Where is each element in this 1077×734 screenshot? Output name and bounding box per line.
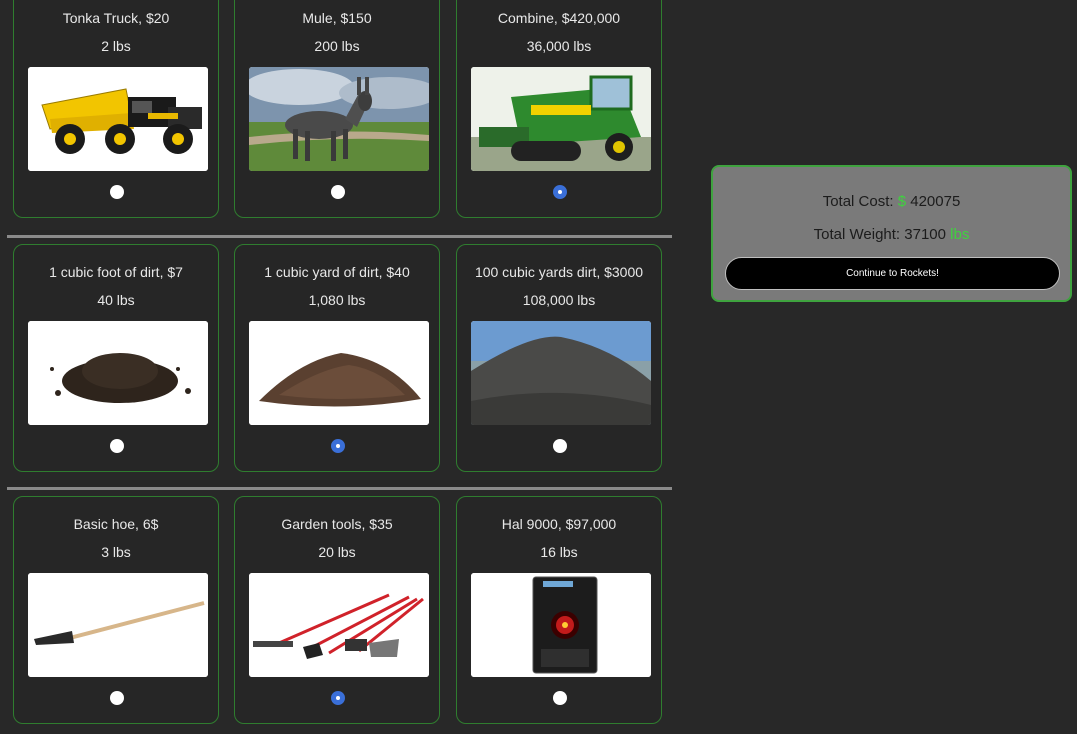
total-weight: Total Weight: 37100 lbs	[713, 226, 1070, 243]
item-grid: Tonka Truck, $20 2 lbs Mule, $150 200 lb…	[0, 0, 680, 730]
toy-truck-image	[28, 67, 208, 171]
row-divider	[7, 235, 672, 238]
item-radio[interactable]	[553, 691, 567, 705]
item-weight: 3 lbs	[101, 544, 131, 560]
item-weight: 2 lbs	[101, 38, 131, 54]
item-row: Tonka Truck, $20 2 lbs Mule, $150 200 lb…	[0, 0, 680, 240]
item-weight: 40 lbs	[97, 292, 135, 308]
dirt-hill-image	[471, 321, 651, 425]
hoe-image	[28, 573, 208, 677]
item-radio[interactable]	[553, 439, 567, 453]
item-weight: 36,000 lbs	[526, 38, 592, 54]
garden-tools-image	[249, 573, 429, 677]
item-card-tonka-truck[interactable]: Tonka Truck, $20 2 lbs	[13, 0, 219, 218]
total-cost: Total Cost: $ 420075	[713, 193, 1070, 210]
dirt-pile-image	[28, 321, 208, 425]
item-radio[interactable]	[110, 691, 124, 705]
order-summary-panel: Total Cost: $ 420075 Total Weight: 37100…	[711, 165, 1072, 302]
item-card-100-cubic-yards-dirt[interactable]: 100 cubic yards dirt, $3000 108,000 lbs	[456, 244, 662, 472]
total-weight-value: 37100	[904, 226, 946, 243]
item-name: 100 cubic yards dirt, $3000	[474, 264, 644, 280]
total-weight-label: Total Weight:	[813, 226, 901, 243]
item-name: 1 cubic foot of dirt, $7	[49, 264, 183, 280]
item-radio[interactable]	[110, 185, 124, 199]
item-card-basic-hoe[interactable]: Basic hoe, 6$ 3 lbs	[13, 496, 219, 724]
item-name: 1 cubic yard of dirt, $40	[264, 264, 410, 280]
item-card-cubic-foot-dirt[interactable]: 1 cubic foot of dirt, $7 40 lbs	[13, 244, 219, 472]
item-weight: 1,080 lbs	[308, 292, 366, 308]
item-row: 1 cubic foot of dirt, $7 40 lbs 1 cubic …	[0, 242, 680, 482]
hal-9000-image	[471, 573, 651, 677]
item-card-cubic-yard-dirt[interactable]: 1 cubic yard of dirt, $40 1,080 lbs	[234, 244, 440, 472]
item-name: Hal 9000, $97,000	[501, 516, 617, 532]
item-radio[interactable]	[331, 439, 345, 453]
weight-unit: lbs	[950, 226, 970, 243]
item-card-mule[interactable]: Mule, $150 200 lbs	[234, 0, 440, 218]
item-name: Garden tools, $35	[281, 516, 393, 532]
item-radio[interactable]	[331, 185, 345, 199]
item-name: Basic hoe, 6$	[73, 516, 159, 532]
item-card-garden-tools[interactable]: Garden tools, $35 20 lbs	[234, 496, 440, 724]
total-cost-value: 420075	[910, 193, 961, 210]
item-weight: 16 lbs	[540, 544, 578, 560]
combine-harvester-image	[471, 67, 651, 171]
item-card-hal-9000[interactable]: Hal 9000, $97,000 16 lbs	[456, 496, 662, 724]
item-weight: 108,000 lbs	[522, 292, 596, 308]
continue-to-rockets-button[interactable]: Continue to Rockets!	[725, 257, 1060, 290]
item-radio[interactable]	[331, 691, 345, 705]
row-divider	[7, 487, 672, 490]
item-radio[interactable]	[553, 185, 567, 199]
item-card-combine[interactable]: Combine, $420,000 36,000 lbs	[456, 0, 662, 218]
item-weight: 20 lbs	[318, 544, 356, 560]
currency-symbol: $	[897, 193, 907, 210]
item-name: Combine, $420,000	[497, 10, 621, 26]
total-cost-label: Total Cost:	[822, 193, 894, 210]
mule-image	[249, 67, 429, 171]
item-row: Basic hoe, 6$ 3 lbs Garden tools, $35 20…	[0, 494, 680, 734]
item-name: Mule, $150	[302, 10, 372, 26]
item-weight: 200 lbs	[314, 38, 360, 54]
item-name: Tonka Truck, $20	[62, 10, 170, 26]
dirt-mound-image	[249, 321, 429, 425]
item-radio[interactable]	[110, 439, 124, 453]
